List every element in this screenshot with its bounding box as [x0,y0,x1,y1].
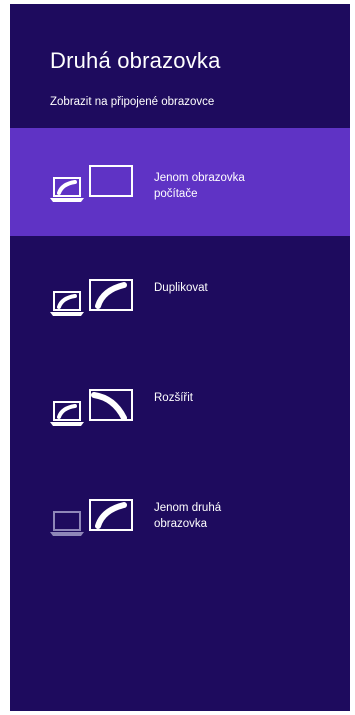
option-duplicate[interactable]: Duplikovat [10,238,350,346]
option-label: Rozšířit [154,392,193,404]
duplicate-icon [50,279,133,316]
option-pc-screen-only[interactable]: Jenom obrazovka počítače [10,128,350,236]
pane-title: Druhá obrazovka [50,48,221,73]
pc-screen-only-icon [50,165,133,202]
option-label: Jenom druhá obrazovka [154,502,222,530]
option-label: Jenom obrazovka počítače [154,172,245,200]
extend-icon [50,389,133,426]
option-extend[interactable]: Rozšířit [10,348,350,456]
pane-subtitle: Zobrazit na připojené obrazovce [50,96,215,108]
option-second-screen-only[interactable]: Jenom druhá obrazovka [10,458,350,566]
second-screen-only-icon [50,499,133,536]
second-screen-pane: Druhá obrazovka Zobrazit na připojené ob… [10,4,350,711]
option-label: Duplikovat [154,282,208,294]
screenshot-frame: Druhá obrazovka Zobrazit na připojené ob… [0,0,355,715]
